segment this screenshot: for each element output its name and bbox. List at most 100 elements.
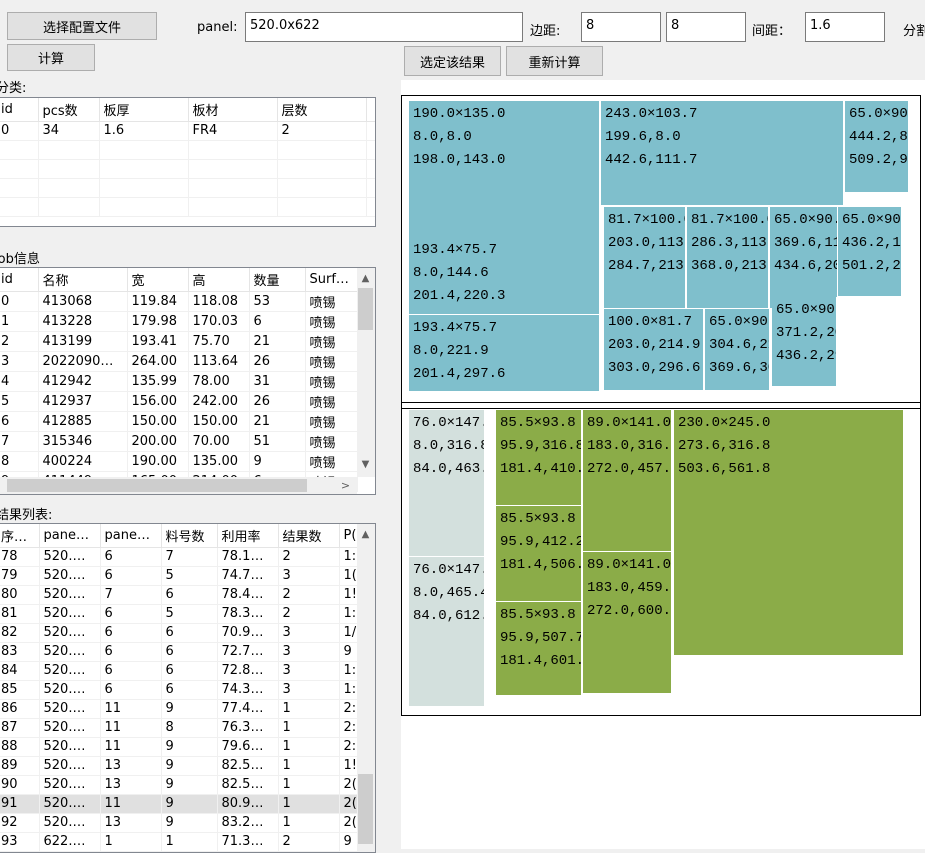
layout-piece[interactable]: 85.5×93.8 95.9,412.2 181.4,506.1 <box>496 506 582 602</box>
results-col-panel[interactable]: pane… <box>39 524 101 548</box>
table-cell: 8 <box>161 718 218 738</box>
layout-piece[interactable]: 89.0×141.0 183.0,459.4 272.0,600.4 <box>583 552 672 694</box>
compute-button[interactable]: 计算 <box>7 44 95 71</box>
job-grid[interactable]: id 名称 宽 高 数量 Surf… 0 413068 119.84 118.08 53… <box>0 267 376 495</box>
layout-piece[interactable]: 230.0×245.0 273.6,316.8 503.6,561.8 <box>674 410 904 656</box>
table-row[interactable]: 89 520.… 13 9 82.5… 1 1! <box>0 756 364 776</box>
scroll-up-icon[interactable]: ▲ <box>357 526 374 543</box>
results-col-part-count[interactable]: 料号数 <box>161 524 218 548</box>
piece-label-line: 85.5×93.8 <box>500 607 576 623</box>
piece-label-line: 100.0×81.7 <box>608 314 693 330</box>
table-row[interactable]: 2 413199 193.41 75.70 21 喷锡 <box>0 331 358 352</box>
layout-piece[interactable]: 76.0×147.0 8.0,465.4 84.0,612.4 <box>409 557 485 707</box>
layout-piece[interactable]: 193.4×75.7 8.0,144.6 201.4,220.3 <box>409 237 600 315</box>
select-result-button[interactable]: 选定该结果 <box>404 46 501 76</box>
table-cell: 6 <box>249 311 306 332</box>
piece-label-line: 230.0×245.0 <box>678 415 771 431</box>
table-cell: 0 <box>0 121 39 141</box>
table-row[interactable]: 8 400224 190.00 135.00 9 喷锡 <box>0 451 358 472</box>
job-col-id[interactable]: id <box>0 268 39 292</box>
table-cell: 1 <box>278 794 340 814</box>
table-row[interactable]: 5 412937 156.00 242.00 26 喷锡 <box>0 391 358 412</box>
layout-piece[interactable]: 89.0×141.0 183.0,316.8 272.0,457.8 <box>583 410 672 552</box>
table-row[interactable]: 93 622.… 1 1 71.3… 2 9 <box>0 832 364 852</box>
table-row[interactable]: 92 520.… 13 9 83.2… 1 2( <box>0 813 364 833</box>
table-row[interactable]: 90 520.… 13 9 82.5… 1 2( <box>0 775 364 795</box>
table-cell: 喷锡 <box>305 391 358 412</box>
table-row[interactable]: 4 412942 135.99 78.00 31 喷锡 <box>0 371 358 392</box>
table-row[interactable]: 7 315346 200.00 70.00 51 喷锡 <box>0 431 358 452</box>
recompute-button[interactable]: 重新计算 <box>506 46 603 76</box>
piece-label-line: 85.5×93.8 <box>500 415 576 431</box>
category-col-pcs[interactable]: pcs数 <box>38 98 100 122</box>
table-row[interactable]: 84 520.… 6 6 72.8… 3 1: <box>0 661 364 681</box>
results-col-utilization[interactable]: 利用率 <box>217 524 279 548</box>
layout-piece[interactable]: 85.5×93.8 95.9,507.7 181.4,601.5 <box>496 602 582 696</box>
category-grid[interactable]: id pcs数 板厚 板材 层数 0 34 1.6 FR4 2 <box>0 97 376 227</box>
table-cell: 520.… <box>39 718 101 738</box>
layout-piece[interactable]: 81.7×100.0 286.3,113.3 368.0,213.3 <box>687 207 769 309</box>
table-cell: 6 <box>100 623 162 643</box>
table-row[interactable]: 83 520.… 6 6 72.7… 3 9 <box>0 642 364 662</box>
table-row[interactable]: 86 520.… 11 9 77.4… 1 2: <box>0 699 364 719</box>
panel-size-input[interactable]: 520.0x622 <box>245 12 523 42</box>
layout-piece[interactable]: 65.0×90.0 444.2,8.0 509.2,98.0 <box>845 101 909 193</box>
table-row[interactable]: 1 413228 179.98 170.03 6 喷锡 <box>0 311 358 332</box>
scroll-thumb[interactable] <box>358 774 373 844</box>
results-col-panel-count[interactable]: pane… <box>100 524 162 548</box>
table-row[interactable]: 87 520.… 11 8 76.3… 1 2: <box>0 718 364 738</box>
results-col-result-count[interactable]: 结果数 <box>278 524 340 548</box>
table-cell: 7 <box>100 585 162 605</box>
layout-piece[interactable]: 65.0×90.0 436.2,113.3 501.2,203.3 <box>838 207 902 297</box>
layout-piece[interactable]: 65.0×90.0 371.2,204.9 436.2,294.9 <box>772 297 837 387</box>
layout-piece[interactable]: 243.0×103.7 199.6,8.0 442.6,111.7 <box>601 101 844 206</box>
category-col-thickness[interactable]: 板厚 <box>99 98 189 122</box>
layout-piece[interactable]: 65.0×90.0 369.6,113.3 434.6,203.3 <box>770 207 838 309</box>
table-row[interactable]: 88 520.… 11 9 79.6… 1 2: <box>0 737 364 757</box>
job-col-width[interactable]: 宽 <box>127 268 189 292</box>
job-vertical-scrollbar[interactable]: ▲ ▼ <box>357 268 375 477</box>
table-row[interactable]: 3 2022090… 264.00 113.64 26 喷锡 <box>0 351 358 372</box>
category-col-material[interactable]: 板材 <box>188 98 278 122</box>
category-col-layers[interactable]: 层数 <box>277 98 367 122</box>
table-row[interactable]: 85 520.… 6 6 74.3… 3 1: <box>0 680 364 700</box>
table-row[interactable]: 91 520.… 11 9 80.9… 1 2( <box>0 794 364 814</box>
job-horizontal-scrollbar[interactable]: > <box>0 477 357 494</box>
margin-x-input[interactable]: 8 <box>581 12 661 42</box>
job-col-name[interactable]: 名称 <box>38 268 128 292</box>
scroll-thumb[interactable] <box>358 288 373 330</box>
layout-piece[interactable]: 81.7×100.0 203.0,113.3 284.7,213.3 <box>604 207 686 309</box>
results-col-index[interactable]: 序… <box>0 524 40 548</box>
table-row[interactable]: 79 520.… 6 5 74.7… 3 1( <box>0 566 364 586</box>
layout-piece[interactable]: 193.4×75.7 8.0,221.9 201.4,297.6 <box>409 315 600 392</box>
table-cell: 6 <box>100 680 162 700</box>
table-row[interactable]: 78 520.… 6 7 78.1… 2 1: <box>0 547 364 567</box>
table-row[interactable]: 81 520.… 6 5 78.3… 2 1: <box>0 604 364 624</box>
layout-piece[interactable]: 100.0×81.7 203.0,214.9 303.0,296.6 <box>604 309 704 391</box>
layout-piece[interactable]: 76.0×147.0 8.0,316.8 84.0,463.8 <box>409 410 485 557</box>
results-grid[interactable]: 序… pane… pane… 料号数 利用率 结果数 P( 78 520.… 6 7 7… <box>0 523 376 853</box>
category-col-id[interactable]: id <box>0 98 39 122</box>
job-col-height[interactable]: 高 <box>188 268 250 292</box>
select-config-button[interactable]: 选择配置文件 <box>7 12 157 40</box>
scroll-right-icon[interactable]: > <box>337 477 354 494</box>
scroll-thumb[interactable] <box>7 479 307 492</box>
table-cell: 74.3… <box>217 680 279 700</box>
scroll-down-icon[interactable]: ▼ <box>357 456 374 473</box>
job-col-qty[interactable]: 数量 <box>249 268 306 292</box>
spacing-input[interactable]: 1.6 <box>805 12 885 42</box>
table-row[interactable]: 6 412885 150.00 150.00 21 喷锡 <box>0 411 358 432</box>
table-row[interactable]: 0 34 1.6 FR4 2 <box>0 121 375 141</box>
layout-piece[interactable]: 65.0×90.0 304.6,214.9 369.6,304.9 <box>705 309 770 391</box>
job-col-surface[interactable]: Surf… <box>305 268 358 292</box>
table-cell: 150.00 <box>127 411 189 432</box>
margin-y-input[interactable]: 8 <box>666 12 746 42</box>
results-vertical-scrollbar[interactable]: ▲ <box>357 524 375 852</box>
layout-piece[interactable]: 190.0×135.0 8.0,8.0 198.0,143.0 <box>409 101 600 238</box>
table-row[interactable]: 80 520.… 7 6 78.4… 2 1! <box>0 585 364 605</box>
scroll-up-icon[interactable]: ▲ <box>357 270 374 287</box>
table-row[interactable]: 0 413068 119.84 118.08 53 喷锡 <box>0 291 358 312</box>
job-section-title: job信息 <box>0 252 40 267</box>
table-row[interactable]: 82 520.… 6 6 70.9… 3 1/ <box>0 623 364 643</box>
layout-piece[interactable]: 85.5×93.8 95.9,316.8 181.4,410.6 <box>496 410 582 506</box>
